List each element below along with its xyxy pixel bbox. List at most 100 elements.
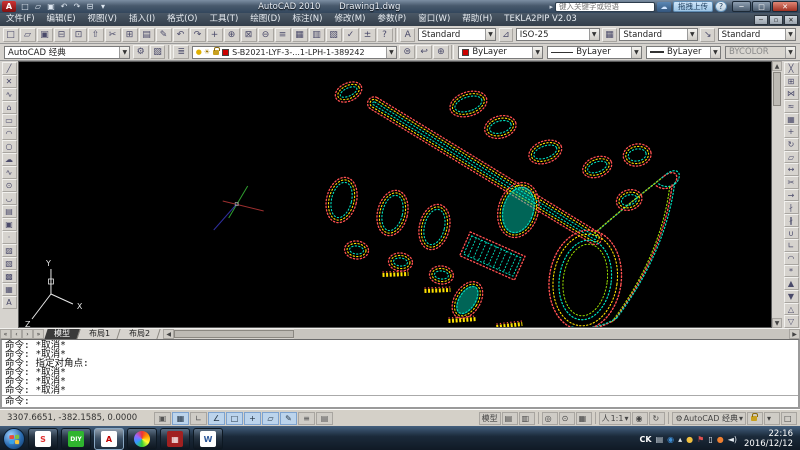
dyn-toggle[interactable]: ✎ [280,412,297,425]
undo-icon[interactable]: ↶ [173,28,189,42]
start-button[interactable] [3,428,25,450]
osnap-toggle[interactable]: □ [226,412,243,425]
help-icon[interactable]: ? [377,28,393,42]
spline-icon[interactable]: ∿ [2,166,17,179]
menu-item[interactable]: 修改(M) [328,13,371,26]
new-file-icon[interactable]: □ [19,1,31,12]
autocad-logo-icon[interactable]: A [2,1,16,12]
chevron-down-icon[interactable]: ▼ [631,47,641,58]
chevron-down-icon[interactable]: ▼ [532,47,542,58]
scroll-up-icon[interactable]: ▲ [772,61,782,71]
workspace-settings-icon[interactable]: ⚙ [133,45,149,59]
volume-icon[interactable]: ◄) [728,435,737,444]
scale-icon[interactable]: ▱ [784,151,799,164]
polar-toggle[interactable]: ∠ [208,412,225,425]
otrack-toggle[interactable]: + [244,412,261,425]
chevron-down-icon[interactable]: ▼ [687,29,697,40]
copy-icon[interactable]: ⊞ [122,28,138,42]
workspace-switching-button[interactable]: ⚙ AutoCAD 经典 ▾ [672,412,746,425]
doc-minimize-button[interactable]: ─ [754,15,768,25]
sheet-set-icon[interactable]: ▧ [326,28,342,42]
zoom-button[interactable]: ⊙ [559,412,575,425]
showmotion-button[interactable]: ▦ [576,412,592,425]
new-file-icon[interactable]: □ [3,28,19,42]
point-icon[interactable]: · [2,231,17,244]
zoom-realtime-icon[interactable]: ⊕ [224,28,240,42]
table-icon[interactable]: ▦ [2,283,17,296]
clean-screen-button[interactable]: □ [781,412,797,425]
annotation-scale-button[interactable]: 人 1:1 ▾ [599,412,632,425]
stretch-icon[interactable]: ↔ [784,163,799,176]
sogou-input-app-button[interactable]: S [28,428,58,450]
maximize-button[interactable]: □ [752,1,771,12]
chevron-down-icon[interactable]: ▼ [386,47,396,58]
pan-icon[interactable]: + [207,28,223,42]
model-space-button[interactable]: 模型 [479,412,501,425]
zoom-previous-icon[interactable]: ⊖ [258,28,274,42]
arc-icon[interactable]: ◠ [2,127,17,140]
scroll-down-icon[interactable]: ▼ [772,318,782,328]
red-app-button[interactable]: ▦ [160,428,190,450]
text-style-dropdown[interactable]: Standard▼ [418,28,496,41]
publish-icon[interactable]: ⇧ [88,28,104,42]
line-icon[interactable]: ╱ [2,62,17,75]
match-properties-icon[interactable]: ✎ [156,28,172,42]
snap-toggle[interactable]: ▣ [154,412,171,425]
explode-icon[interactable]: * [784,265,799,278]
zoom-window-icon[interactable]: ⊠ [241,28,257,42]
search-input[interactable] [555,2,655,12]
vertical-scrollbar[interactable]: ▲ ▼ [772,61,782,328]
keyboard-icon[interactable]: ▤ [656,435,664,444]
blue-badge-icon[interactable]: ◉ [667,435,674,444]
qp-toggle[interactable]: ▤ [316,412,333,425]
bring-above-icon[interactable]: △ [784,303,799,316]
scrollbar-thumb[interactable] [773,72,781,106]
chevron-down-icon[interactable]: ▼ [485,29,495,40]
menu-item[interactable]: 绘图(D) [244,13,286,26]
ellipse-arc-icon[interactable]: ◡ [2,192,17,205]
break-at-point-icon[interactable]: ∤ [784,201,799,214]
save-workspace-icon[interactable]: ▧ [150,45,166,59]
layout-tab[interactable]: 模型 [44,329,80,339]
designcenter-icon[interactable]: ▦ [292,28,308,42]
move-icon[interactable]: + [784,125,799,138]
tab-next-button[interactable]: › [22,329,33,339]
close-button[interactable]: ✕ [772,1,798,12]
orange-badge-icon[interactable]: ● [717,435,724,444]
plot-icon[interactable]: ⊟ [84,1,96,12]
redo-icon[interactable]: ↷ [71,1,83,12]
chevron-down-icon[interactable]: ▼ [589,29,599,40]
insert-block-icon[interactable]: ▤ [2,205,17,218]
chevron-down-icon[interactable]: ▼ [119,47,129,58]
annotation-visibility-button[interactable]: ◉ [632,412,648,425]
command-window[interactable]: 命令: *取消*命令: *取消*命令: 指定对角点:命令: *取消*命令: *取… [0,339,800,409]
layer-previous-icon[interactable]: ↩ [416,45,432,59]
status-menu-button[interactable]: ▾ [764,412,780,425]
fillet-icon[interactable]: ◠ [784,252,799,265]
gradient-icon[interactable]: ▧ [2,257,17,270]
hatch-icon[interactable]: ▨ [2,244,17,257]
yellow-badge-icon[interactable]: ● [686,435,693,444]
annotation-autoscale-button[interactable]: ↻ [649,412,665,425]
horizontal-scrollbar[interactable]: ◀ ▶ [163,329,800,339]
action-center-flag-icon[interactable]: ⚑ [697,435,704,444]
show-hidden-icons-button[interactable]: ▴ [678,435,682,444]
multiline-text-icon[interactable]: A [2,296,17,309]
open-file-icon[interactable]: ▱ [20,28,36,42]
drag-upload-button[interactable]: 拖拽上传 [673,1,713,12]
menu-item[interactable]: 格式(O) [161,13,203,26]
dim-style-dropdown[interactable]: ISO-25▼ [516,28,600,41]
tab-first-button[interactable]: « [0,329,11,339]
table-style-icon[interactable]: ▦ [602,28,617,42]
mirror-icon[interactable]: ⋈ [784,87,799,100]
layer-freeze-sun-icon[interactable]: ☀ [204,48,210,56]
layer-properties-icon[interactable]: ≣ [173,45,189,59]
make-layer-current-icon[interactable]: ⊜ [399,45,415,59]
communication-center-icon[interactable]: ☁ [657,2,671,12]
menu-item[interactable]: 视图(V) [82,13,123,26]
properties-icon[interactable]: ≡ [275,28,291,42]
word-app-button[interactable]: W [193,428,223,450]
layer-on-bulb-icon[interactable]: ● [196,48,202,56]
markup-icon[interactable]: ✓ [343,28,359,42]
redo-icon[interactable]: ↷ [190,28,206,42]
